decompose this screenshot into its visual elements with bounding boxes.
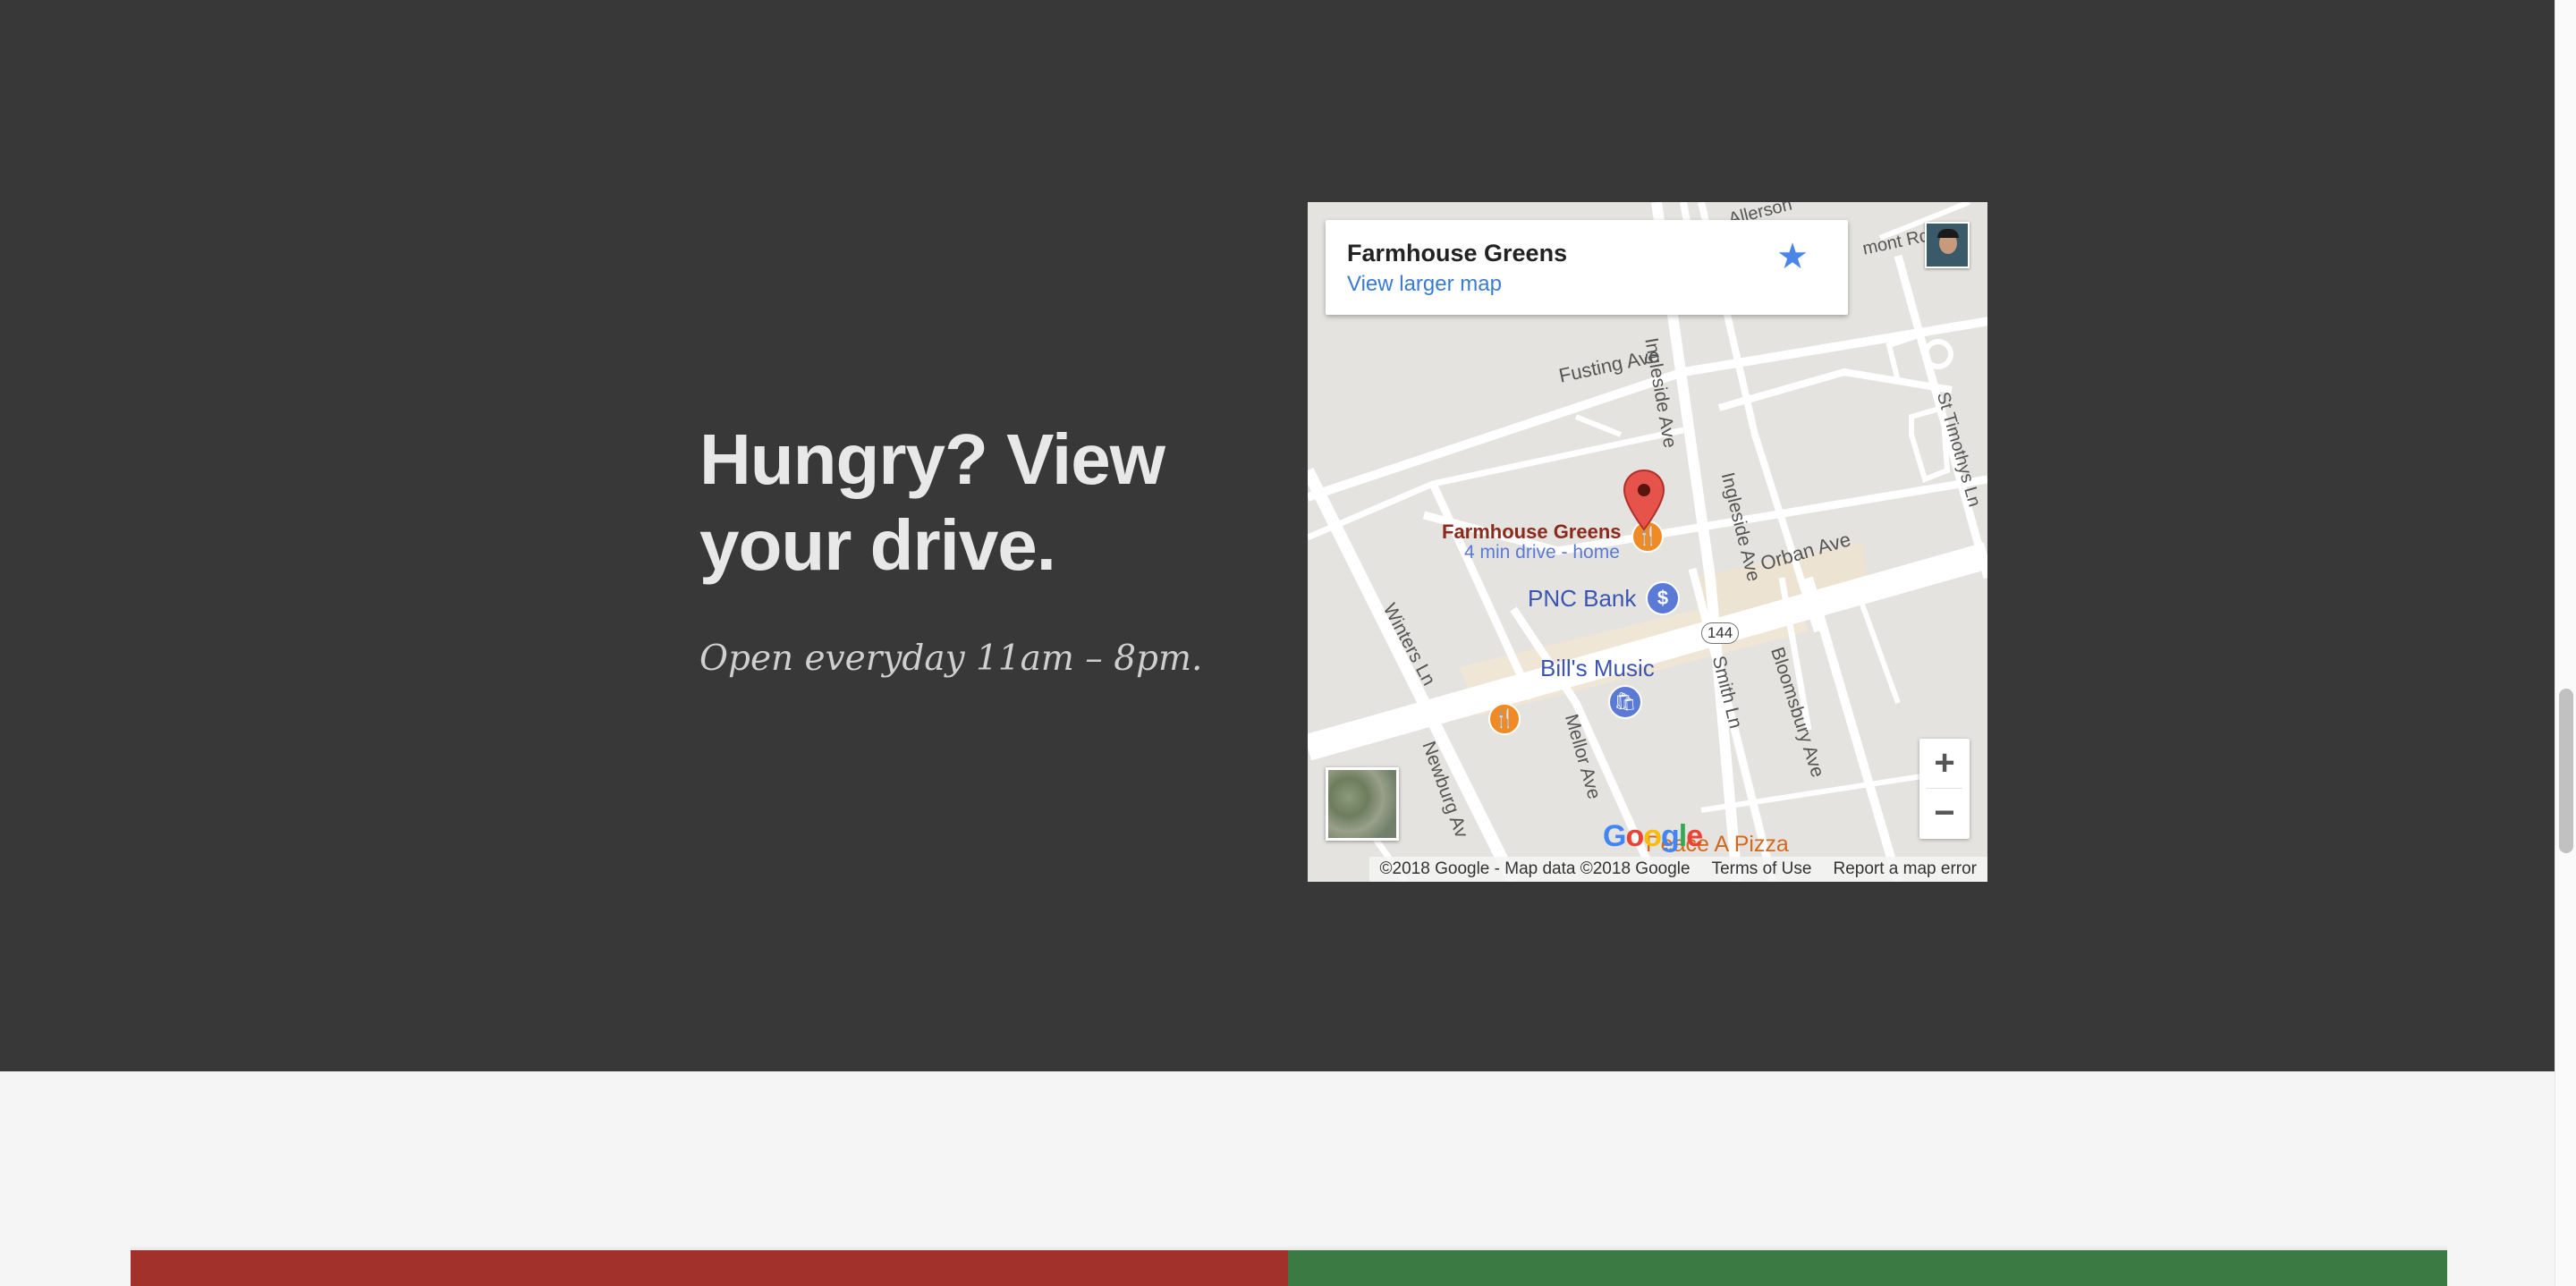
restaurant-icon-2[interactable]: 🍴 [1488, 703, 1521, 735]
place-title: Farmhouse Greens [1347, 240, 1568, 267]
report-map-error-link[interactable]: Report a map error [1822, 857, 1987, 882]
opening-hours: Open everyday 11am – 8pm. [699, 639, 1203, 679]
route-shield: 144 [1701, 622, 1739, 644]
footer-card-red [131, 1250, 1288, 1286]
user-avatar[interactable] [1925, 222, 1970, 268]
location-section: Hungry? View your drive. Open everyday 1… [0, 0, 2555, 1071]
map-attribution: ©2018 Google - Map data ©2018 Google Ter… [1308, 857, 1987, 882]
scrollbar-thumb[interactable] [2559, 689, 2573, 853]
poi-label-drive-time: 4 min drive - home [1464, 542, 1620, 563]
map-marker-icon[interactable] [1623, 469, 1665, 536]
terms-of-use-link[interactable]: Terms of Use [1700, 857, 1823, 882]
view-larger-map-link[interactable]: View larger map [1347, 272, 1502, 297]
heading-line-2: your drive. [699, 505, 1056, 585]
zoom-in-button[interactable]: + [1919, 739, 1970, 789]
footer-card-green [1288, 1250, 2447, 1286]
star-icon[interactable]: ★ [1776, 234, 1809, 279]
section-heading: Hungry? View your drive. [699, 417, 1254, 588]
heading-line-1: Hungry? View [699, 419, 1165, 499]
zoom-out-button[interactable]: − [1919, 789, 1970, 839]
zoom-control: + − [1919, 739, 1970, 839]
map-copyright: ©2018 Google - Map data ©2018 Google [1368, 857, 1701, 882]
google-logo: Google [1603, 819, 1703, 853]
bank-icon[interactable]: $ [1646, 581, 1680, 615]
route-shield-number: 144 [1707, 624, 1733, 641]
shopping-bag-icon[interactable]: 🛍 [1608, 685, 1642, 719]
embedded-map[interactable]: Fusting Ave Ingleside Ave Ingleside Ave … [1308, 202, 1987, 882]
poi-label-farmhouse[interactable]: Farmhouse Greens [1442, 520, 1622, 544]
satellite-toggle[interactable] [1326, 767, 1399, 841]
page-scrollbar[interactable] [2555, 0, 2576, 1286]
poi-label-pnc[interactable]: PNC Bank [1528, 585, 1636, 613]
place-info-card: Farmhouse Greens View larger map ★ [1326, 220, 1848, 315]
poi-label-bills[interactable]: Bill's Music [1540, 655, 1655, 682]
